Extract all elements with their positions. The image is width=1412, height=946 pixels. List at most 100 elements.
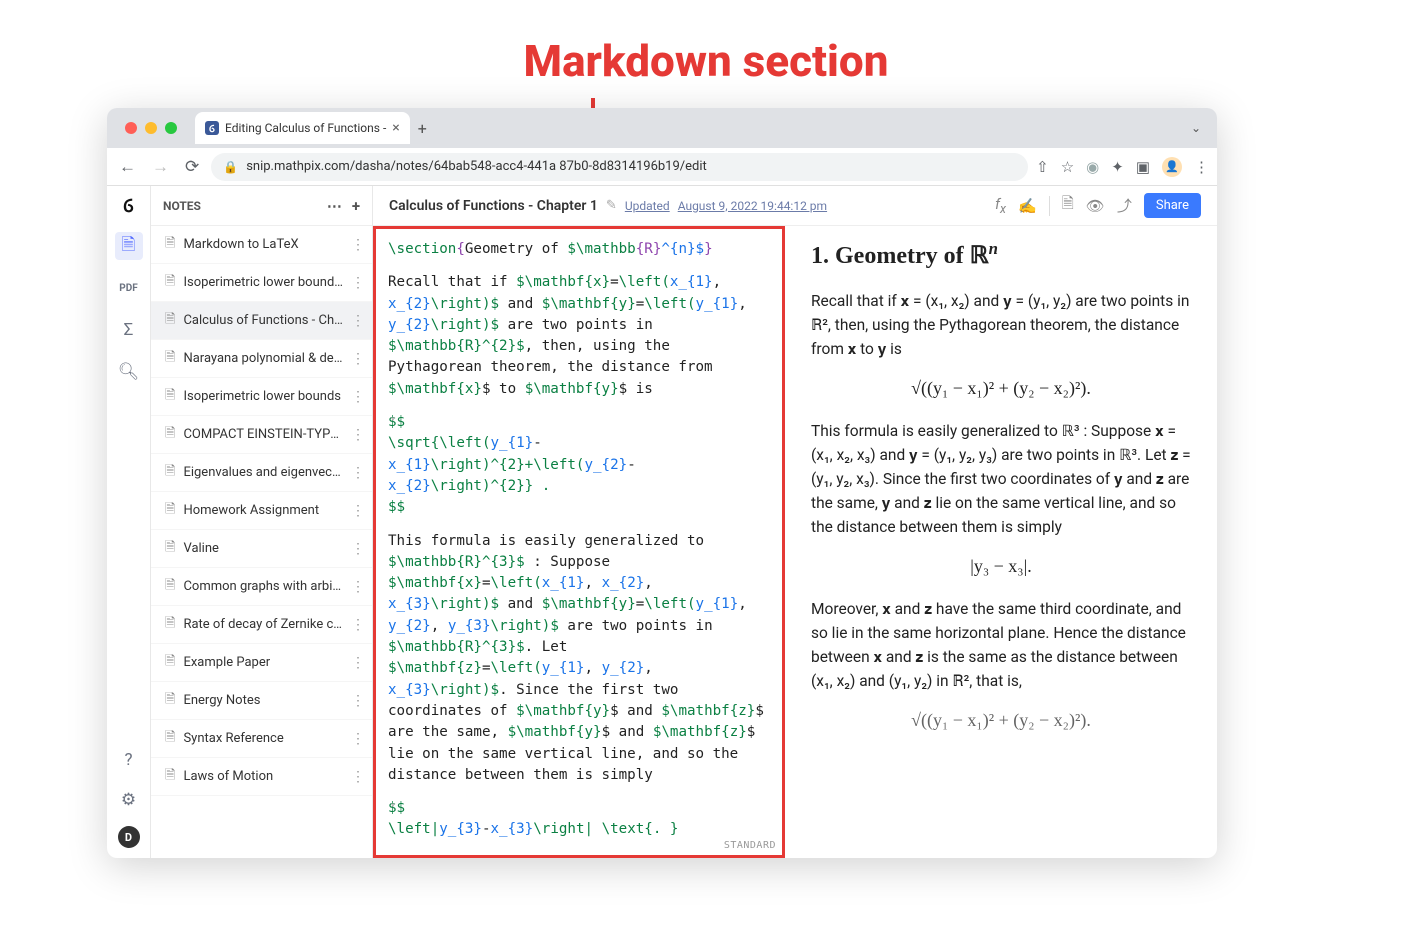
search-doc-icon[interactable]: 🔍︎ [115, 358, 143, 386]
doc-icon: 🗎 [165, 348, 175, 370]
note-more-icon[interactable]: ⋮ [351, 275, 364, 291]
close-window-icon[interactable] [125, 122, 137, 134]
extensions-puzzle-icon[interactable]: ✦ [1111, 158, 1124, 176]
t: , [738, 596, 747, 612]
note-title: Isoperimetric lower bounds… [183, 275, 343, 290]
note-more-icon[interactable]: ⋮ [351, 427, 364, 443]
t: = [610, 274, 619, 290]
markdown-editor[interactable]: \section{Geometry of $\mathbb{R}^{n}$} R… [373, 226, 785, 858]
t: \left( [619, 274, 670, 290]
fx-icon[interactable]: fx [995, 195, 1006, 217]
doc-updated-time[interactable]: August 9, 2022 19:44:12 pm [678, 199, 827, 213]
note-more-icon[interactable]: ⋮ [351, 617, 364, 633]
tex-text: Geometry of [465, 241, 568, 257]
preview-pane: 1. Geometry of ℝn Recall that if 𝐱 = (x₁… [785, 226, 1217, 858]
t: x_{1} [388, 457, 431, 473]
kebab-menu-icon[interactable]: ⋮ [1194, 158, 1209, 176]
minimize-window-icon[interactable] [145, 122, 157, 134]
doc-icon[interactable]: 🗎 [1062, 193, 1074, 218]
close-tab-icon[interactable]: × [392, 120, 399, 136]
t: \sqrt{\left( [388, 435, 491, 451]
note-item[interactable]: 🗎Valine⋮ [151, 530, 372, 568]
note-item[interactable]: 🗎Narayana polynomial & der…⋮ [151, 340, 372, 378]
note-item[interactable]: 🗎Energy Notes⋮ [151, 682, 372, 720]
doc-icon: 🗎 [165, 386, 175, 408]
back-button[interactable]: ← [115, 153, 140, 181]
edit-title-icon[interactable]: ✎ [606, 198, 617, 213]
note-more-icon[interactable]: ⋮ [351, 503, 364, 519]
bookmark-icon[interactable]: ☆ [1061, 158, 1074, 176]
t: $\mathbb{R}^{2}$ [388, 338, 525, 354]
note-more-icon[interactable]: ⋮ [351, 389, 364, 405]
window-controls[interactable] [115, 122, 187, 134]
extension-icon[interactable]: ◉ [1086, 158, 1099, 176]
note-more-icon[interactable]: ⋮ [351, 693, 364, 709]
t: , [713, 274, 722, 290]
note-item[interactable]: 🗎Isoperimetric lower bounds…⋮ [151, 264, 372, 302]
note-item[interactable]: 🗎Isoperimetric lower bounds⋮ [151, 378, 372, 416]
forward-button[interactable]: → [148, 153, 173, 181]
note-more-icon[interactable]: ⋮ [351, 655, 364, 671]
t: \left( [644, 296, 695, 312]
note-item[interactable]: 🗎Calculus of Functions - Cha…⋮ [151, 302, 372, 340]
note-item[interactable]: 🗎Homework Assignment⋮ [151, 492, 372, 530]
t: - [627, 457, 636, 473]
note-more-icon[interactable]: ⋮ [351, 313, 364, 329]
preview-icon[interactable]: 👁 [1086, 197, 1105, 215]
share-icon[interactable]: ⇧ [1036, 158, 1049, 176]
user-avatar[interactable]: D [118, 826, 140, 848]
t: = [636, 596, 645, 612]
app-content: Ⳓ 🗎 PDF Σ 🔍︎ ? ⚙ D NOTES ⋯ + 🗎Markdown t… [107, 186, 1217, 858]
preview-paragraph: Moreover, 𝐱 and 𝐳 have the same third co… [811, 597, 1191, 693]
t: \left( [491, 575, 542, 591]
t: y_{1} [696, 596, 739, 612]
pdf-rail-icon[interactable]: PDF [115, 274, 143, 302]
note-more-icon[interactable]: ⋮ [351, 465, 364, 481]
upload-icon[interactable]: ⤴ [1117, 195, 1132, 216]
note-item[interactable]: 🗎Syntax Reference⋮ [151, 720, 372, 758]
doc-icon: 🗎 [165, 576, 175, 598]
note-more-icon[interactable]: ⋮ [351, 541, 364, 557]
t: x_{1} [542, 575, 585, 591]
note-item[interactable]: 🗎Eigenvalues and eigenvectors⋮ [151, 454, 372, 492]
note-item[interactable]: 🗎Markdown to LaTeX⋮ [151, 226, 372, 264]
t: $\mathbf{z} [653, 724, 747, 740]
maximize-window-icon[interactable] [165, 122, 177, 134]
settings-icon[interactable]: ⚙ [115, 786, 143, 814]
doc-title[interactable]: Calculus of Functions - Chapter 1 [389, 198, 598, 214]
note-more-icon[interactable]: ⋮ [351, 769, 364, 785]
note-more-icon[interactable]: ⋮ [351, 579, 364, 595]
note-more-icon[interactable]: ⋮ [351, 351, 364, 367]
share-button[interactable]: Share [1144, 193, 1201, 218]
note-title: Syntax Reference [183, 731, 343, 746]
note-item[interactable]: 🗎Rate of decay of Zernike co…⋮ [151, 606, 372, 644]
t: $\mathbf{y} [525, 381, 619, 397]
annotation-label: Markdown section [524, 35, 889, 87]
sidebar-more-icon[interactable]: ⋯ [327, 197, 342, 215]
note-item[interactable]: 🗎Laws of Motion⋮ [151, 758, 372, 796]
note-more-icon[interactable]: ⋮ [351, 731, 364, 747]
new-note-button[interactable]: + [352, 197, 360, 215]
note-more-icon[interactable]: ⋮ [351, 237, 364, 253]
doc-icon: 🗎 [165, 462, 175, 484]
new-tab-button[interactable]: + [418, 119, 427, 138]
sigma-rail-icon[interactable]: Σ [115, 316, 143, 344]
url-input[interactable]: 🔒 snip.mathpix.com/dasha/notes/64bab548-… [211, 153, 1028, 181]
panel-icon[interactable]: ▣ [1136, 158, 1150, 176]
note-item[interactable]: 🗎COMPACT EINSTEIN-TYPE M…⋮ [151, 416, 372, 454]
note-item[interactable]: 🗎Common graphs with arbitr…⋮ [151, 568, 372, 606]
reload-button[interactable]: ⟳ [181, 153, 203, 181]
t: - [533, 435, 542, 451]
doc-updated-label[interactable]: Updated [625, 199, 670, 213]
profile-avatar[interactable]: 👤 [1162, 157, 1182, 177]
sidebar-title: NOTES [163, 199, 201, 213]
help-icon[interactable]: ? [115, 746, 143, 774]
tabs-menu-icon[interactable]: ⌄ [1191, 121, 1209, 135]
note-item[interactable]: 🗎Example Paper⋮ [151, 644, 372, 682]
app-logo[interactable]: Ⳓ [123, 194, 133, 218]
notes-rail-icon[interactable]: 🗎 [115, 232, 143, 260]
browser-tab[interactable]: Ⳓ Editing Calculus of Functions - × [195, 112, 410, 144]
scribble-icon[interactable]: ✍ [1018, 197, 1037, 215]
note-title: Laws of Motion [183, 769, 343, 784]
t: $\mathbf{x} [388, 381, 482, 397]
